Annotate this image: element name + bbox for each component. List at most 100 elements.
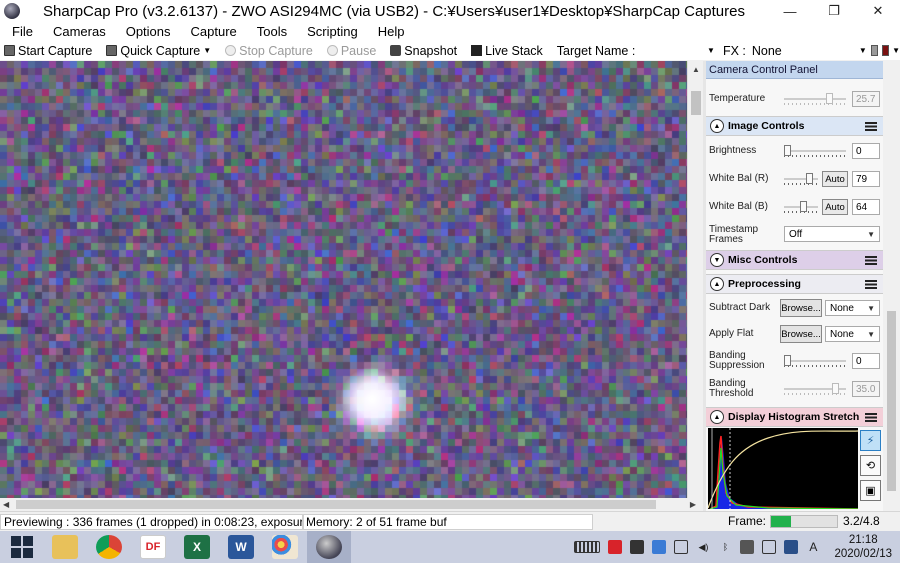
histogram-stretch-display[interactable] xyxy=(707,428,859,510)
save-icon[interactable]: ▣ xyxy=(860,480,881,501)
pdf-tray-icon[interactable] xyxy=(608,540,623,554)
clock-date: 2020/02/13 xyxy=(834,548,892,560)
taskbar-chrome[interactable] xyxy=(87,531,131,563)
scroll-thumb[interactable] xyxy=(16,500,656,509)
sharpcap-icon xyxy=(316,535,342,559)
gray-square-icon[interactable] xyxy=(870,45,878,56)
taskbar-file-explorer[interactable] xyxy=(43,531,87,563)
taskbar-paint[interactable] xyxy=(263,531,307,563)
maximize-button[interactable]: ❐ xyxy=(812,0,856,22)
scroll-left-icon[interactable]: ◀ xyxy=(3,500,9,509)
subtract-dark-browse-button[interactable]: Browse... xyxy=(780,299,822,317)
ime-language-indicator[interactable]: A xyxy=(806,540,820,554)
preview-horizontal-scrollbar[interactable]: ◀ ▶ xyxy=(0,498,703,511)
taskbar-clock[interactable]: 21:18 2020/02/13 xyxy=(834,533,892,561)
windows-taskbar: DF X W ◀) ᛒ A 21:18 2020/02/13 xyxy=(0,531,900,563)
preview-vertical-scrollbar[interactable]: ▲ xyxy=(687,61,703,498)
menu-icon[interactable] xyxy=(865,255,877,265)
pause-button[interactable]: Pause xyxy=(323,44,376,58)
stack-icon xyxy=(471,45,483,56)
scroll-thumb[interactable] xyxy=(691,91,701,115)
fx-dropdown[interactable]: FX : None ▼ xyxy=(723,44,867,58)
windows-start-icon[interactable] xyxy=(11,536,33,558)
collapse-icon[interactable]: ▲ xyxy=(710,410,724,424)
white-bal-r-input[interactable]: 79 xyxy=(852,171,880,187)
taskbar-sharpcap[interactable] xyxy=(307,531,351,563)
usb-tray-icon[interactable] xyxy=(740,540,755,554)
live-stack-button[interactable]: Live Stack xyxy=(467,44,543,58)
scroll-up-icon[interactable]: ▲ xyxy=(688,61,704,77)
title-bar: SharpCap Pro (v3.2.6137) - ZWO ASI294MC … xyxy=(0,0,900,22)
taskbar-excel[interactable]: X xyxy=(175,531,219,563)
start-capture-button[interactable]: Start Capture xyxy=(0,44,92,58)
reset-icon[interactable]: ⟲ xyxy=(860,455,881,476)
brightness-input[interactable]: 0 xyxy=(852,143,880,159)
camera-preview[interactable] xyxy=(0,61,687,498)
status-message: Previewing : 336 frames (1 dropped) in 0… xyxy=(0,513,303,530)
white-bal-r-slider[interactable] xyxy=(784,173,818,185)
stop-capture-button[interactable]: Stop Capture xyxy=(221,44,313,58)
keyboard-icon[interactable] xyxy=(574,541,601,553)
chevron-down-icon: ▼ xyxy=(867,303,875,313)
chevron-down-icon[interactable]: ▼ xyxy=(203,46,211,55)
taskbar-word[interactable]: W xyxy=(219,531,263,563)
quick-capture-button[interactable]: Quick Capture ▼ xyxy=(102,44,211,58)
apply-flat-label: Apply Flat xyxy=(709,328,754,339)
subtract-dark-dropdown[interactable]: None ▼ xyxy=(825,300,880,316)
scroll-right-icon[interactable]: ▶ xyxy=(690,500,696,509)
misc-controls-header[interactable]: ▼ Misc Controls xyxy=(706,250,883,270)
network-tray-icon[interactable] xyxy=(652,540,667,554)
target-name-label: Target Name : xyxy=(556,43,636,58)
ime-mode-icon[interactable] xyxy=(784,540,799,554)
bluetooth-icon[interactable]: ᛒ xyxy=(718,540,732,554)
app-tray-icon[interactable] xyxy=(630,540,645,554)
menu-file[interactable]: File xyxy=(0,24,41,39)
taskbar-pdf-editor[interactable]: DF xyxy=(131,531,175,563)
menu-icon[interactable] xyxy=(865,412,877,422)
image-controls-header[interactable]: ▲ Image Controls xyxy=(706,116,883,136)
timestamp-frames-label: Timestamp Frames xyxy=(709,224,759,245)
expand-icon[interactable]: ▼ xyxy=(710,253,724,267)
banding-suppression-slider[interactable] xyxy=(784,355,846,367)
white-bal-b-input[interactable]: 64 xyxy=(852,199,880,215)
scroll-thumb[interactable] xyxy=(887,311,896,491)
preprocessing-header[interactable]: ▲ Preprocessing xyxy=(706,274,883,294)
target-name-chevron-down-icon[interactable]: ▼ xyxy=(707,46,715,55)
brightness-slider[interactable] xyxy=(784,145,846,157)
white-bal-r-auto-button[interactable]: Auto xyxy=(822,171,848,187)
clock-time: 21:18 xyxy=(848,534,878,546)
menu-help[interactable]: Help xyxy=(366,24,413,39)
menu-capture[interactable]: Capture xyxy=(179,24,245,39)
red-cross-icon[interactable] xyxy=(881,45,890,56)
snapshot-button[interactable]: Snapshot xyxy=(386,44,457,58)
menu-options[interactable]: Options xyxy=(114,24,179,39)
frame-progress-bar xyxy=(770,515,838,528)
apply-flat-dropdown[interactable]: None ▼ xyxy=(825,326,880,342)
panel-scrollbar[interactable] xyxy=(883,61,900,511)
banding-suppression-input[interactable]: 0 xyxy=(852,353,880,369)
display-tray-icon[interactable] xyxy=(762,540,777,554)
menu-icon[interactable] xyxy=(865,121,877,131)
sharpcap-app-icon[interactable] xyxy=(4,3,20,19)
apply-flat-browse-button[interactable]: Browse... xyxy=(780,325,822,343)
fx-options-chevron-down-icon[interactable]: ▼ xyxy=(892,46,900,55)
minimize-button[interactable]: — xyxy=(768,0,812,22)
menu-cameras[interactable]: Cameras xyxy=(41,24,114,39)
close-button[interactable]: ✕ xyxy=(856,0,900,22)
menu-tools[interactable]: Tools xyxy=(245,24,295,39)
collapse-icon[interactable]: ▲ xyxy=(710,277,724,291)
temperature-label: Temperature xyxy=(709,93,766,104)
fx-value: None xyxy=(751,43,782,58)
excel-icon: X xyxy=(184,535,210,559)
menu-scripting[interactable]: Scripting xyxy=(295,24,366,39)
timestamp-frames-dropdown[interactable]: Off ▼ xyxy=(784,226,880,242)
chevron-down-icon: ▼ xyxy=(867,229,875,239)
display-histogram-stretch-header[interactable]: ▲ Display Histogram Stretch xyxy=(706,407,883,427)
collapse-icon[interactable]: ▲ xyxy=(710,119,724,133)
auto-stretch-lightning-icon[interactable]: ⚡ xyxy=(860,430,881,451)
volume-icon[interactable]: ◀) xyxy=(696,540,710,554)
white-bal-b-auto-button[interactable]: Auto xyxy=(822,199,848,215)
menu-icon[interactable] xyxy=(865,279,877,289)
battery-icon[interactable] xyxy=(674,540,689,554)
white-bal-b-slider[interactable] xyxy=(784,201,818,213)
